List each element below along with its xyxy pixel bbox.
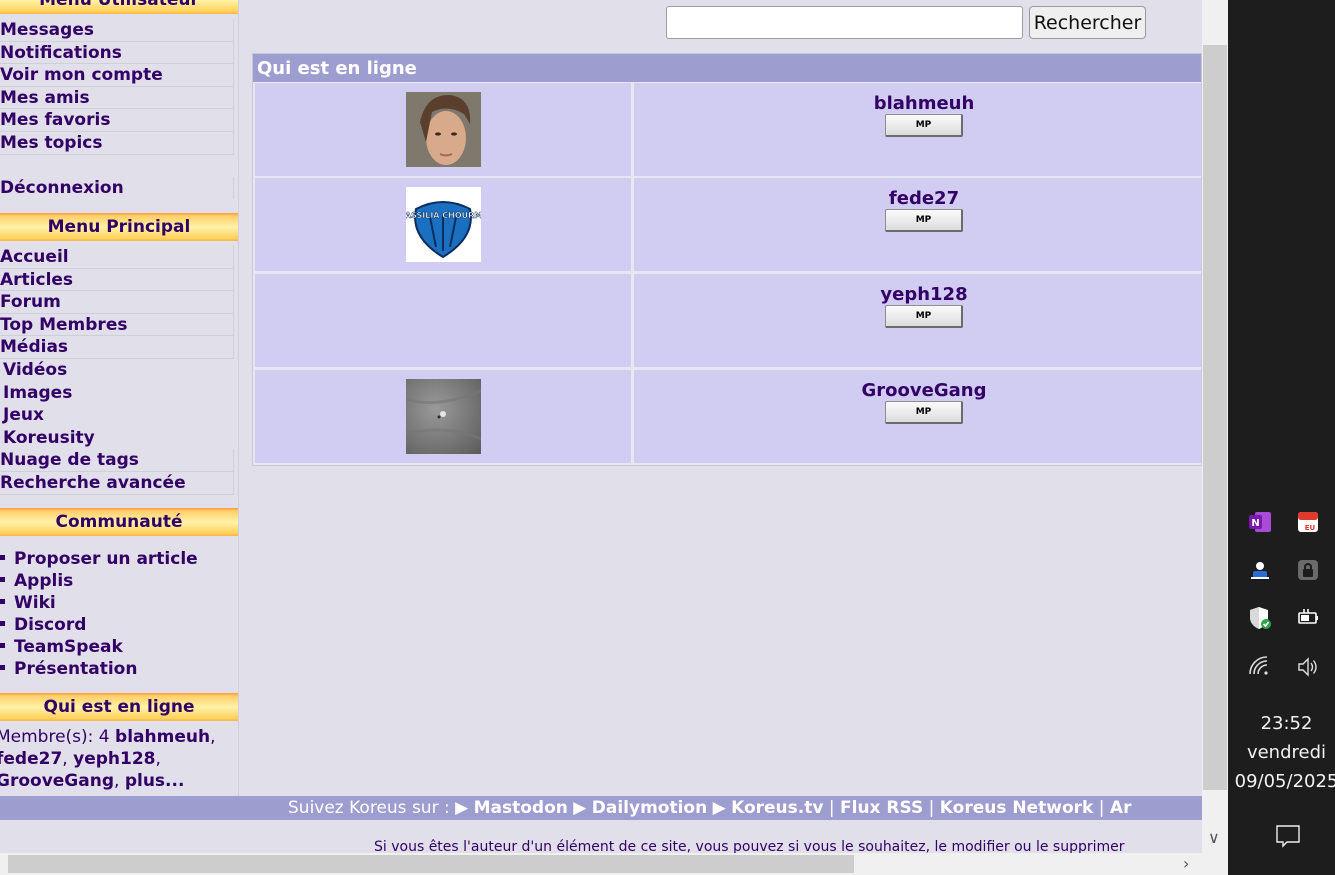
koreus-network-link[interactable]: Koreus Network — [940, 798, 1094, 818]
scrollbar-thumb[interactable] — [1203, 45, 1227, 790]
sidebar-item-notifications[interactable]: Notifications — [0, 41, 234, 65]
sidebar-item-games[interactable]: Jeux — [0, 404, 234, 427]
sidebar-item-videos[interactable]: Vidéos — [0, 359, 234, 382]
koreus-tv-link[interactable]: Koreus.tv — [731, 798, 823, 818]
sidebar-item-messages[interactable]: Messages — [0, 19, 234, 42]
community-item-apps[interactable]: Applis — [0, 570, 198, 592]
online-header: Qui est en ligne — [0, 693, 238, 721]
member-row: GrooveGang MP — [255, 370, 1201, 463]
scroll-right-icon[interactable]: › — [1183, 854, 1189, 873]
dailymotion-link[interactable]: Dailymotion — [592, 798, 707, 818]
wifi-icon[interactable] — [1247, 654, 1273, 680]
sidebar-item-topics[interactable]: Mes topics — [0, 131, 234, 155]
member-name[interactable]: GrooveGang — [634, 380, 1214, 401]
community-list: Proposer un article Applis Wiki Discord … — [0, 548, 198, 680]
notification-center-icon[interactable] — [1275, 823, 1301, 853]
sidebar-item-advanced-search[interactable]: Recherche avancée — [0, 471, 234, 495]
sidebar: Menu Utilisateur Messages Notifications … — [0, 0, 239, 796]
user-menu: Messages Notifications Voir mon compte M… — [0, 19, 234, 155]
taskbar: N EU 23:52 vendredi 09/05/2025 — [1228, 0, 1335, 875]
bullet-icon — [0, 576, 5, 582]
sidebar-item-articles[interactable]: Articles — [0, 268, 234, 292]
sidebar-item-top-members[interactable]: Top Membres — [0, 313, 234, 337]
vertical-scrollbar[interactable]: ∨ — [1202, 0, 1228, 853]
member-row: MASSILIA CHOURMO fede27 MP — [255, 178, 1201, 271]
scrollbar-corner — [1202, 853, 1228, 875]
bullet-icon — [0, 620, 5, 626]
online-panel: Qui est en ligne blahmeuh MP ASSILIA CHO… — [252, 53, 1202, 466]
member-name[interactable]: fede27 — [634, 188, 1214, 209]
scroll-down-icon[interactable]: ∨ — [1208, 828, 1220, 847]
avatar[interactable] — [406, 379, 481, 454]
avatar[interactable] — [406, 92, 481, 167]
security-shield-icon[interactable] — [1247, 605, 1273, 631]
main-menu: Accueil Articles Forum Top Membres Média… — [0, 246, 234, 495]
online-user-link[interactable]: fede27 — [0, 749, 62, 769]
lock-icon[interactable] — [1295, 557, 1321, 583]
pm-button[interactable]: MP — [885, 305, 963, 328]
follow-bar: Suivez Koreus sur : ▶ Mastodon ▶ Dailymo… — [0, 796, 1202, 820]
community-item-propose[interactable]: Proposer un article — [0, 548, 198, 570]
online-user-link[interactable]: blahmeuh — [115, 727, 210, 747]
sidebar-item-koreusity[interactable]: Koreusity — [0, 427, 234, 450]
bullet-icon — [0, 642, 5, 648]
pm-button[interactable]: MP — [885, 401, 963, 424]
online-panel-title: Qui est en ligne — [253, 54, 1201, 82]
community-item-teamspeak[interactable]: TeamSpeak — [0, 636, 198, 658]
bullet-icon — [0, 664, 5, 670]
online-user-link[interactable]: GrooveGang — [0, 771, 114, 791]
member-name[interactable]: yeph128 — [634, 284, 1214, 305]
arrow-icon: ▶ — [712, 798, 726, 818]
online-user-link[interactable]: yeph128 — [73, 749, 155, 769]
arrow-icon: ▶ — [573, 798, 587, 818]
search-button[interactable]: Rechercher — [1029, 6, 1146, 39]
scrollbar-thumb[interactable] — [8, 855, 854, 873]
member-row: blahmeuh MP — [255, 83, 1201, 176]
community-item-wiki[interactable]: Wiki — [0, 592, 198, 614]
bullet-icon — [0, 598, 5, 604]
sidebar-item-home[interactable]: Accueil — [0, 246, 234, 269]
svg-text:EU: EU — [1305, 524, 1316, 532]
horizontal-scrollbar[interactable]: › — [0, 853, 1202, 875]
search-input[interactable] — [666, 6, 1023, 39]
sidebar-item-images[interactable]: Images — [0, 382, 234, 405]
clock-day[interactable]: vendredi — [1228, 742, 1335, 763]
main-menu-header: Menu Principal — [0, 213, 238, 241]
mastodon-link[interactable]: Mastodon — [474, 798, 568, 818]
sidebar-item-favorites[interactable]: Mes favoris — [0, 109, 234, 132]
svg-text:N: N — [1251, 518, 1259, 529]
volume-icon[interactable] — [1295, 654, 1321, 680]
sidebar-item-forum[interactable]: Forum — [0, 291, 234, 314]
arrow-icon: ▶ — [455, 798, 469, 818]
clock-time[interactable]: 23:52 — [1228, 713, 1335, 734]
pm-button[interactable]: MP — [885, 114, 963, 137]
user-menu-header: Menu Utilisateur — [0, 0, 238, 14]
online-summary: Membre(s): 4 blahmeuh, fede27, yeph128, … — [0, 726, 236, 792]
member-name[interactable]: blahmeuh — [634, 93, 1214, 114]
pm-button[interactable]: MP — [885, 209, 963, 232]
logout-link[interactable]: Déconnexion — [0, 177, 234, 199]
svg-text:MASSILIA CHOURMO: MASSILIA CHOURMO — [406, 211, 481, 220]
clock-date[interactable]: 09/05/2025 — [1228, 771, 1335, 792]
battery-plug-icon[interactable] — [1295, 605, 1321, 631]
bullet-icon — [0, 554, 5, 560]
sidebar-item-tag-cloud[interactable]: Nuage de tags — [0, 449, 234, 472]
onenote-icon[interactable]: N — [1247, 509, 1273, 535]
online-more-link[interactable]: plus... — [125, 771, 185, 791]
sidebar-item-account[interactable]: Voir mon compte — [0, 64, 234, 87]
community-item-presentation[interactable]: Présentation — [0, 658, 198, 680]
community-header: Communauté — [0, 508, 238, 536]
member-row: yeph128 MP — [255, 274, 1201, 367]
avatar[interactable]: MASSILIA CHOURMO — [406, 187, 481, 262]
calendar-eu-icon[interactable]: EU — [1295, 509, 1321, 535]
sidebar-item-media[interactable]: Médias — [0, 336, 234, 359]
vpn-user-icon[interactable] — [1247, 557, 1273, 583]
rss-link[interactable]: Flux RSS — [840, 798, 923, 818]
footer-truncated-link[interactable]: Ar — [1110, 798, 1132, 818]
community-item-discord[interactable]: Discord — [0, 614, 198, 636]
sidebar-item-friends[interactable]: Mes amis — [0, 86, 234, 110]
